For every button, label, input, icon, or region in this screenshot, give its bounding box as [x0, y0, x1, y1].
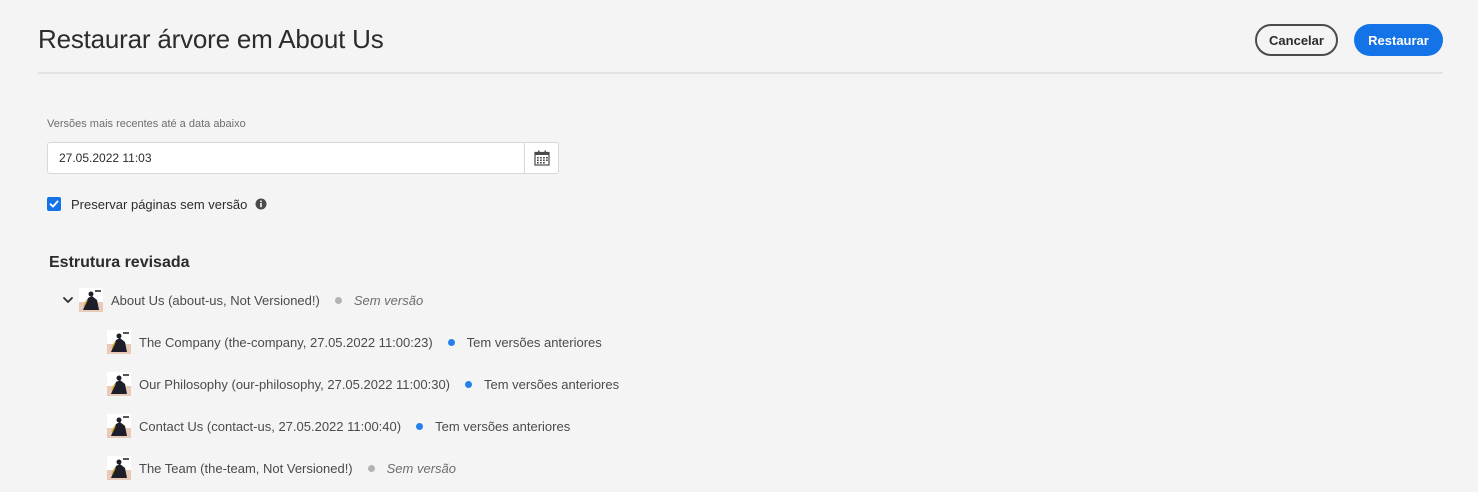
tree-child-item: Contact Us (contact-us, 27.05.2022 11:00… — [107, 414, 570, 438]
page-thumbnail-icon — [107, 372, 131, 396]
status-dot — [416, 422, 424, 430]
date-input[interactable] — [48, 143, 526, 173]
status-dot — [465, 380, 472, 388]
date-field-label: Versões mais recentes até a data abaixo — [47, 118, 246, 130]
info-icon[interactable] — [255, 198, 267, 210]
preserve-label: Preservar páginas sem versão — [71, 196, 248, 212]
header-divider — [38, 72, 1443, 74]
status-text: Tem versões anteriores — [435, 418, 571, 434]
calendar-icon — [533, 150, 550, 166]
checkmark-icon — [49, 200, 59, 208]
status-dot — [367, 464, 375, 472]
tree-item-label[interactable]: Contact Us (contact-us, 27.05.2022 11:00… — [139, 419, 401, 434]
page-thumbnail-icon — [79, 288, 103, 312]
date-picker — [47, 142, 559, 174]
status-dot — [334, 296, 342, 304]
restore-button[interactable]: Restaurar — [1354, 24, 1443, 56]
preserve-checkbox[interactable] — [47, 197, 61, 211]
cancel-button[interactable]: Cancelar — [1255, 24, 1338, 56]
tree-child-item: Our Philosophy (our-philosophy, 27.05.20… — [107, 372, 619, 396]
page-thumbnail-icon — [107, 330, 131, 354]
status-text: Sem versão — [386, 460, 457, 476]
tree-root-item: About Us (about-us, Not Versioned!) Sem … — [61, 288, 423, 312]
preserve-unversioned-option: Preservar páginas sem versão — [47, 196, 267, 212]
tree-child-item: The Company (the-company, 27.05.2022 11:… — [107, 330, 602, 354]
page-thumbnail-icon — [107, 456, 131, 480]
status-text: Tem versões anteriores — [466, 334, 602, 350]
revised-structure-title: Estrutura revisada — [49, 254, 190, 271]
tree-child-item: The Team (the-team, Not Versioned!) Sem … — [107, 456, 456, 480]
tree-item-label[interactable]: About Us (about-us, Not Versioned!) — [111, 293, 320, 308]
chevron-down-icon[interactable] — [61, 293, 75, 307]
status-text: Sem versão — [353, 292, 424, 308]
page-header: Restaurar árvore em About Us Cancelar Re… — [0, 0, 1478, 74]
calendar-button[interactable] — [524, 143, 558, 173]
tree-item-label[interactable]: The Company (the-company, 27.05.2022 11:… — [139, 335, 433, 350]
page-thumbnail-icon — [107, 414, 131, 438]
tree-item-label[interactable]: Our Philosophy (our-philosophy, 27.05.20… — [139, 377, 450, 392]
tree-item-label[interactable]: The Team (the-team, Not Versioned!) — [139, 461, 353, 476]
page-title: Restaurar árvore em About Us — [38, 24, 384, 54]
status-dot — [447, 338, 455, 346]
status-text: Tem versões anteriores — [484, 376, 620, 392]
